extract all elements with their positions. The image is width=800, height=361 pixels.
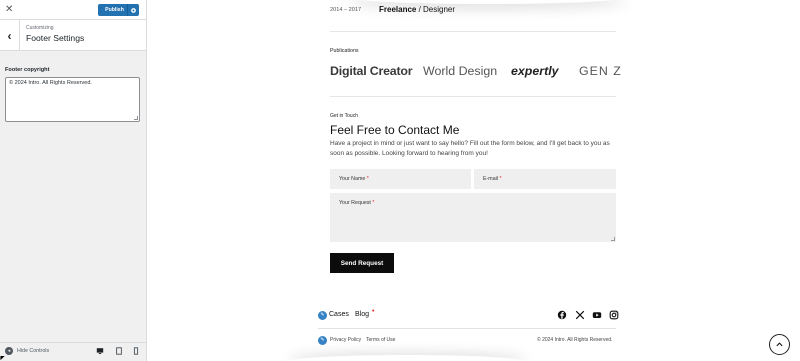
chevron-up-icon[interactable] — [775, 340, 784, 349]
footer-nav-dot: • — [372, 308, 375, 315]
footer-nav-cases[interactable]: Cases — [329, 311, 349, 318]
facebook-icon[interactable] — [557, 310, 567, 320]
footer-copyright-textarea[interactable]: © 2024 Intro. All Rights Reserved. — [5, 77, 140, 122]
privacy-policy-link[interactable]: Privacy Policy — [330, 337, 361, 343]
required-mark: * — [372, 200, 375, 206]
scroll-to-top-button[interactable] — [769, 334, 790, 355]
customizer-footer: ◂ Hide Controls — [0, 342, 146, 361]
footer-divider — [318, 328, 616, 329]
desktop-preview-icon[interactable] — [96, 347, 104, 355]
logo-expertly: expertly — [511, 64, 559, 78]
contact-description: Have a project in mind or just want to s… — [330, 140, 610, 157]
logo-gen-z: GEN Z — [579, 64, 622, 78]
publications-label: Publications — [330, 48, 359, 54]
section-title: Footer Settings — [26, 33, 85, 43]
edit-shortcut-icon[interactable]: ✎ — [318, 311, 327, 320]
footer-copyright: © 2024 Intro. All Rights Reserved. — [537, 337, 613, 343]
required-mark: * — [499, 176, 502, 182]
resize-handle-icon[interactable] — [134, 116, 138, 120]
x-icon[interactable] — [575, 310, 585, 320]
tablet-preview-icon[interactable] — [115, 347, 123, 355]
experience-role-rest: / Designer — [416, 5, 456, 14]
footer-copyright-value[interactable]: © 2024 Intro. All Rights Reserved. — [9, 80, 92, 86]
terms-of-use-link[interactable]: Terms of Use — [366, 337, 395, 343]
footer-copyright-label: Footer copyright — [5, 67, 50, 73]
divider — [330, 31, 616, 32]
experience-role-strong: Freelance — [379, 5, 417, 14]
header-shadow — [347, 0, 627, 4]
contact-title: Feel Free to Contact Me — [330, 123, 460, 137]
send-request-button[interactable]: Send Request — [330, 253, 394, 273]
divider — [330, 96, 616, 97]
customizer-sidebar: ✕ Publish ‹ Customizing Footer Settings … — [0, 0, 147, 361]
publication-logos: Digital Creator World Design expertly GE… — [330, 64, 622, 84]
publish-settings-icon[interactable] — [127, 4, 139, 16]
request-textarea[interactable]: Your Request * — [330, 193, 616, 242]
mobile-preview-icon[interactable] — [132, 347, 140, 355]
instagram-icon[interactable] — [609, 310, 619, 320]
name-input[interactable]: Your Name * — [330, 169, 471, 189]
logo-digital-creator: Digital Creator — [330, 64, 413, 78]
close-customizer-icon[interactable]: ✕ — [5, 3, 13, 16]
name-placeholder[interactable]: Your Name — [339, 176, 365, 182]
footer-nav-blog[interactable]: Blog — [355, 311, 369, 318]
site-preview: 2014 – 2017 Freelance / Designer Publica… — [147, 0, 800, 361]
chevron-left-icon[interactable]: ‹ — [8, 29, 12, 43]
logo-world-design: World Design — [423, 64, 498, 78]
customizer-header: ✕ Publish — [0, 0, 146, 20]
section-header: ‹ Customizing Footer Settings — [0, 20, 146, 51]
contact-eyebrow: Get in Touch — [330, 113, 358, 119]
section-subtitle: Customizing — [26, 25, 54, 31]
edit-shortcut-icon[interactable]: ✎ — [318, 336, 327, 345]
publish-label[interactable]: Publish — [98, 7, 127, 13]
hide-controls-button[interactable]: Hide Controls — [17, 348, 49, 354]
experience-role: Freelance / Designer — [379, 5, 455, 14]
email-placeholder[interactable]: E-mail — [483, 176, 498, 182]
experience-years: 2014 – 2017 — [330, 7, 362, 13]
request-placeholder[interactable]: Your Request — [339, 200, 371, 206]
email-input[interactable]: E-mail * — [474, 169, 616, 189]
bottom-shadow — [287, 355, 527, 361]
publish-button[interactable]: Publish — [98, 4, 139, 16]
back-button[interactable]: ‹ — [0, 20, 20, 51]
required-mark: * — [366, 176, 369, 182]
resize-handle-icon[interactable] — [611, 237, 615, 241]
hide-controls-icon[interactable]: ◂ — [5, 347, 13, 355]
youtube-icon[interactable] — [592, 310, 602, 320]
